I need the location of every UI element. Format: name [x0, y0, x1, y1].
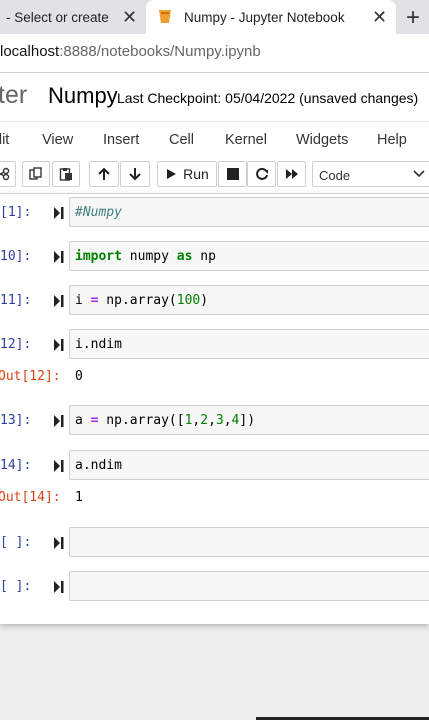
cell-code[interactable]: import numpy as np: [75, 249, 216, 264]
paste-cells-button[interactable]: [52, 161, 80, 187]
code-cell[interactable]: 14]: a.ndim Out[14]: 1: [0, 450, 429, 510]
scissors-icon: [0, 167, 10, 181]
run-cell-icon[interactable]: [54, 295, 65, 307]
input-prompt: 12]:: [0, 337, 32, 352]
output-prompt: Out[14]:: [0, 490, 61, 505]
chevron-down-icon: [413, 170, 425, 178]
input-prompt: 11]:: [0, 293, 32, 308]
cell-code[interactable]: i.ndim: [75, 337, 122, 352]
run-button[interactable]: Run: [157, 161, 217, 187]
menu-kernel[interactable]: Kernel: [225, 132, 267, 148]
code-cell[interactable]: 11]: i = np.array(100): [0, 285, 429, 315]
code-cell[interactable]: [ ]:: [0, 571, 429, 601]
restart-run-all-button[interactable]: [277, 161, 306, 187]
tab-title: - Select or create a n: [6, 9, 112, 25]
cell-input[interactable]: a.ndim: [69, 450, 429, 480]
cell-code[interactable]: #Numpy: [75, 205, 122, 220]
notebook-header: ter Numpy Last Checkpoint: 05/04/2022 (u…: [0, 73, 429, 121]
cell-input[interactable]: [69, 527, 429, 557]
jupyter-logo[interactable]: ter: [0, 81, 27, 110]
cell-input[interactable]: i.ndim: [69, 329, 429, 359]
paste-icon: [59, 168, 72, 181]
menu-edit[interactable]: dit: [0, 132, 9, 148]
fast-forward-icon: [285, 169, 298, 179]
checkpoint-status: Last Checkpoint: 05/04/2022 (unsaved cha…: [117, 90, 419, 106]
move-cell-down-button[interactable]: [120, 161, 150, 187]
run-cell-icon[interactable]: [54, 537, 65, 549]
run-cell-icon[interactable]: [54, 415, 65, 427]
run-cell-icon[interactable]: [54, 339, 65, 351]
run-cell-icon[interactable]: [54, 207, 65, 219]
code-cell[interactable]: 13]: a = np.array([1,2,3,4]): [0, 405, 429, 435]
restart-icon: [255, 167, 268, 180]
notebook-toolbar: Run Code: [0, 157, 429, 194]
input-prompt: 13]:: [0, 413, 32, 428]
input-prompt: [ ]:: [0, 579, 32, 594]
move-cell-up-button[interactable]: [89, 161, 119, 187]
cell-input[interactable]: import numpy as np: [69, 241, 429, 271]
code-cell[interactable]: 12]: i.ndim Out[12]: 0: [0, 329, 429, 389]
cell-input[interactable]: a = np.array([1,2,3,4]): [69, 405, 429, 435]
notebook-container: [1]: #Numpy 10]: import numpy as np 11]:…: [0, 194, 429, 624]
run-cell-icon[interactable]: [54, 460, 65, 472]
input-prompt: 10]:: [0, 249, 32, 264]
menu-bar: dit View Insert Cell Kernel Widgets Help: [0, 121, 429, 158]
output-prompt: Out[12]:: [0, 369, 61, 384]
menu-cell[interactable]: Cell: [169, 132, 194, 148]
play-icon: [167, 169, 177, 179]
cell-input[interactable]: i = np.array(100): [69, 285, 429, 315]
arrow-down-icon: [129, 168, 141, 181]
address-bar[interactable]: localhost:8888/notebooks/Numpy.ipynb: [0, 34, 429, 73]
browser-tab-select[interactable]: - Select or create a n ✕: [0, 0, 146, 34]
run-cell-icon[interactable]: [54, 251, 65, 263]
cell-input[interactable]: [69, 571, 429, 601]
input-prompt: 14]:: [0, 458, 32, 473]
browser-tab-bar: - Select or create a n ✕ Numpy - Jupyter…: [0, 0, 429, 34]
cell-type-value: Code: [319, 168, 351, 183]
cell-output: 0: [75, 369, 83, 384]
run-label: Run: [183, 166, 209, 182]
cell-type-select[interactable]: Code: [312, 161, 429, 187]
close-tab-icon[interactable]: ✕: [372, 7, 387, 28]
jupyter-favicon-icon: [159, 10, 171, 23]
stop-icon: [226, 168, 239, 180]
menu-help[interactable]: Help: [377, 132, 407, 148]
tab-title: Numpy - Jupyter Notebook: [184, 9, 345, 25]
menu-widgets[interactable]: Widgets: [296, 132, 348, 148]
new-tab-icon[interactable]: +: [406, 4, 420, 32]
restart-kernel-button[interactable]: [247, 161, 276, 187]
code-cell[interactable]: [1]: #Numpy: [0, 197, 429, 227]
input-prompt: [1]:: [0, 205, 32, 220]
browser-tab-jupyter[interactable]: Numpy - Jupyter Notebook ✕: [146, 0, 396, 34]
copy-cells-button[interactable]: [22, 161, 50, 187]
run-cell-icon[interactable]: [54, 581, 65, 593]
cell-input[interactable]: #Numpy: [69, 197, 429, 227]
cut-cells-button[interactable]: [0, 161, 16, 187]
notebook-title[interactable]: Numpy: [48, 83, 118, 109]
code-cell[interactable]: [ ]:: [0, 527, 429, 557]
input-prompt: [ ]:: [0, 535, 32, 550]
cell-code[interactable]: i = np.array(100): [75, 293, 208, 308]
copy-icon: [29, 167, 42, 180]
cell-output: 1: [75, 490, 83, 505]
interrupt-kernel-button[interactable]: [218, 161, 247, 187]
url-text[interactable]: localhost:8888/notebooks/Numpy.ipynb: [0, 43, 261, 60]
cell-code[interactable]: a.ndim: [75, 458, 122, 473]
close-tab-icon[interactable]: ✕: [122, 7, 137, 28]
code-cell[interactable]: 10]: import numpy as np: [0, 241, 429, 271]
cell-code[interactable]: a = np.array([1,2,3,4]): [75, 413, 255, 428]
arrow-up-icon: [98, 167, 110, 180]
menu-view[interactable]: View: [42, 132, 73, 148]
menu-insert[interactable]: Insert: [103, 132, 139, 148]
